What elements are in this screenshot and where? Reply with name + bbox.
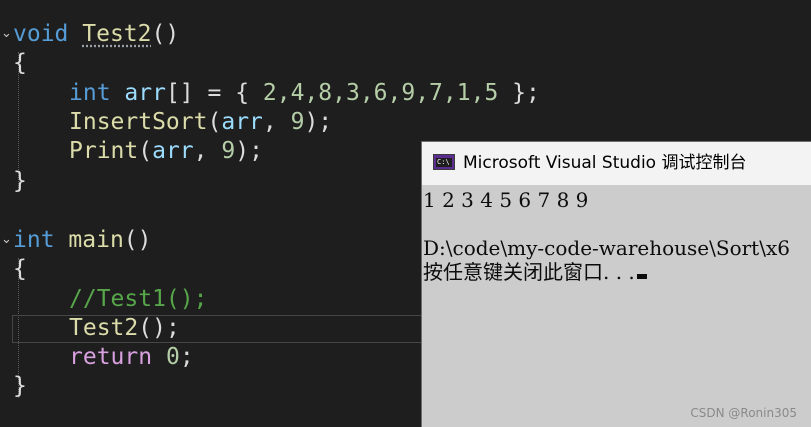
function-name[interactable]: Test2 xyxy=(69,315,138,341)
code-line[interactable]: //Test1(); xyxy=(69,285,207,314)
brace: } xyxy=(13,168,27,194)
punctuation: ( xyxy=(138,138,153,164)
comment: //Test1(); xyxy=(69,286,208,312)
variable[interactable]: arr xyxy=(221,109,263,135)
punctuation: ; xyxy=(179,344,194,370)
console-output-line: D:\code\my-code-warehouse\Sort\x6 xyxy=(423,236,790,260)
code-line[interactable]: void Test2() xyxy=(13,20,179,49)
number-literal: 0 xyxy=(165,344,180,370)
keyword: int xyxy=(69,80,111,106)
console-output-line: 1 2 3 4 5 6 7 8 9 xyxy=(423,188,589,212)
keyword: void xyxy=(13,21,69,47)
code-line[interactable]: int main() xyxy=(13,226,152,255)
code-line[interactable]: Test2(); xyxy=(69,314,180,343)
code-line[interactable]: int arr[] = { 2,4,8,3,6,9,7,1,5 }; xyxy=(69,79,540,108)
console-icon-label: C:\ xyxy=(436,158,452,167)
fold-chevron-icon[interactable]: ⌄ xyxy=(1,232,12,247)
function-name[interactable]: Test2 xyxy=(82,21,151,47)
punctuation: ); xyxy=(235,138,263,164)
console-titlebar[interactable]: C:\ Microsoft Visual Studio 调试控制台 xyxy=(422,142,811,185)
watermark: CSDN @Ronin305 xyxy=(690,406,797,420)
fold-chevron-icon[interactable]: ⌄ xyxy=(1,26,12,41)
keyword: return xyxy=(69,344,153,370)
brace: { xyxy=(13,50,27,76)
code-line[interactable]: InsertSort(arr, 9); xyxy=(69,108,332,137)
variable[interactable]: arr xyxy=(124,80,166,106)
debug-console-window[interactable]: C:\ Microsoft Visual Studio 调试控制台 1 2 3 … xyxy=(421,141,811,427)
brace: } xyxy=(13,373,27,399)
punctuation: ( xyxy=(207,109,222,135)
code-line[interactable]: } xyxy=(13,372,27,401)
code-line[interactable]: Print(arr, 9); xyxy=(69,137,263,166)
punctuation: (); xyxy=(138,315,180,341)
function-name[interactable]: Print xyxy=(69,138,138,164)
punctuation: () xyxy=(123,227,152,253)
punctuation: }; xyxy=(498,80,540,106)
number-literal: 9 xyxy=(290,109,305,135)
number-literal: 2,4,8,3,6,9,7,1,5 xyxy=(262,80,499,106)
punctuation: , xyxy=(262,109,291,135)
function-name[interactable]: main xyxy=(68,227,123,253)
function-name[interactable]: InsertSort xyxy=(69,109,207,135)
keyword: int xyxy=(13,227,55,253)
code-line[interactable]: } xyxy=(13,167,27,196)
punctuation: , xyxy=(193,138,222,164)
variable[interactable]: arr xyxy=(152,138,194,164)
console-app-icon: C:\ xyxy=(433,154,455,170)
punctuation: () xyxy=(151,21,180,47)
punctuation: ); xyxy=(304,109,333,135)
console-prompt-text: 按任意键关闭此窗口. . . xyxy=(423,260,635,284)
punctuation: [] = { xyxy=(165,80,263,106)
number-literal: 9 xyxy=(221,138,236,164)
code-line[interactable]: { xyxy=(13,49,27,78)
code-line[interactable]: { xyxy=(13,255,27,284)
console-output[interactable]: 1 2 3 4 5 6 7 8 9 D:\code\my-code-wareho… xyxy=(422,185,811,427)
brace: { xyxy=(13,256,27,282)
console-output-line: 按任意键关闭此窗口. . . xyxy=(423,259,647,285)
text-cursor xyxy=(636,274,647,279)
code-line[interactable]: return 0; xyxy=(69,343,194,372)
console-title: Microsoft Visual Studio 调试控制台 xyxy=(463,153,747,173)
